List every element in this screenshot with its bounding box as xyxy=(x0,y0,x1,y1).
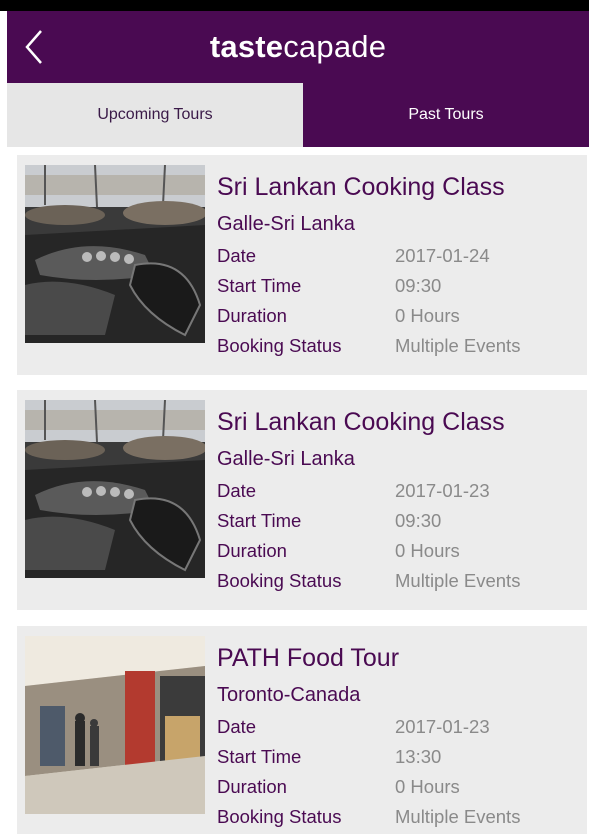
date-label: Date xyxy=(217,245,257,266)
date-label: Date xyxy=(217,716,257,737)
date-label: Date xyxy=(217,480,257,501)
tour-image-boats xyxy=(25,165,205,343)
booking-status-value: Multiple Events xyxy=(395,806,521,827)
start-time-value: 13:30 xyxy=(395,746,442,767)
date-value: 2017-01-24 xyxy=(395,245,490,266)
tour-card[interactable]: Sri Lankan Cooking Class Galle-Sri Lanka… xyxy=(17,390,587,610)
brand-bold: taste xyxy=(209,29,284,64)
app-logo: tastecapade xyxy=(7,29,589,65)
duration-label: Duration xyxy=(217,776,287,797)
tour-title: Sri Lankan Cooking Class xyxy=(217,408,505,436)
start-time-label: Start Time xyxy=(217,510,302,531)
date-value: 2017-01-23 xyxy=(395,480,490,501)
tour-title: Sri Lankan Cooking Class xyxy=(217,173,505,201)
booking-status-label: Booking Status xyxy=(217,570,342,591)
duration-label: Duration xyxy=(217,305,287,326)
status-bar-strip xyxy=(0,0,589,11)
duration-label: Duration xyxy=(217,540,287,561)
tour-card[interactable]: Sri Lankan Cooking Class Galle-Sri Lanka… xyxy=(17,155,587,375)
tour-location: Toronto-Canada xyxy=(217,684,361,706)
tab-bar: Upcoming Tours Past Tours xyxy=(7,83,589,147)
tab-past-tours[interactable]: Past Tours xyxy=(303,83,589,147)
date-value: 2017-01-23 xyxy=(395,716,490,737)
booking-status-value: Multiple Events xyxy=(395,570,521,591)
tour-card[interactable]: PATH Food Tour Toronto-Canada Date 2017-0… xyxy=(17,626,587,834)
tour-location: Galle-Sri Lanka xyxy=(217,448,355,470)
start-time-label: Start Time xyxy=(217,275,302,296)
booking-status-label: Booking Status xyxy=(217,335,342,356)
start-time-value: 09:30 xyxy=(395,510,442,531)
start-time-value: 09:30 xyxy=(395,275,442,296)
duration-value: 0 Hours xyxy=(395,540,460,561)
tour-title: PATH Food Tour xyxy=(217,644,400,672)
tour-location: Galle-Sri Lanka xyxy=(217,213,355,235)
tab-upcoming-tours[interactable]: Upcoming Tours xyxy=(7,83,303,147)
booking-status-label: Booking Status xyxy=(217,806,342,827)
start-time-label: Start Time xyxy=(217,746,302,767)
duration-value: 0 Hours xyxy=(395,305,460,326)
tour-image-boats xyxy=(25,400,205,578)
booking-status-value: Multiple Events xyxy=(395,335,521,356)
duration-value: 0 Hours xyxy=(395,776,460,797)
brand-light: capade xyxy=(283,29,387,64)
app-header: tastecapade xyxy=(7,11,589,83)
tour-image-mall xyxy=(25,636,205,814)
